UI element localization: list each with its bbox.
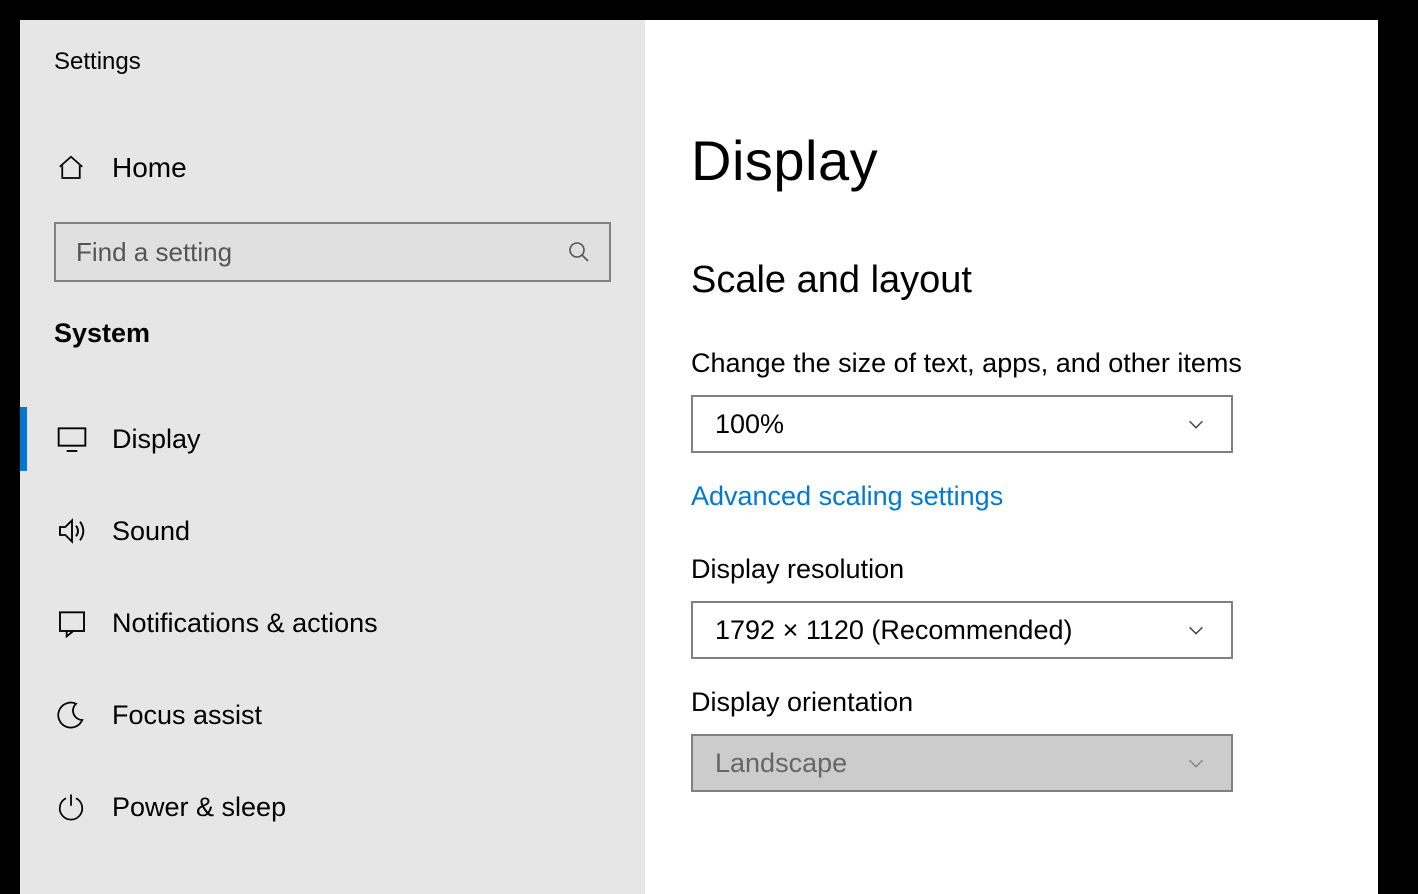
page-title: Display [691,128,1378,193]
chevron-down-icon [1185,752,1207,774]
settings-window: Settings Home System [20,20,1378,894]
scale-label: Change the size of text, apps, and other… [691,348,1378,379]
main-content: Display Scale and layout Change the size… [645,20,1378,894]
app-title: Settings [20,48,645,76]
sidebar-category: System [20,318,645,349]
monitor-icon [56,423,112,455]
resolution-value: 1792 × 1120 (Recommended) [715,615,1072,646]
sidebar-item-display[interactable]: Display [20,393,645,485]
speaker-icon [56,515,112,547]
chevron-down-icon [1185,413,1207,435]
sidebar-item-home[interactable]: Home [20,138,645,198]
search-icon [567,240,591,264]
sidebar-item-label: Display [112,424,201,455]
sidebar-item-sound[interactable]: Sound [20,485,645,577]
orientation-label: Display orientation [691,687,1378,718]
sidebar-item-label: Power & sleep [112,792,286,823]
sidebar-item-power-sleep[interactable]: Power & sleep [20,761,645,853]
orientation-value: Landscape [715,748,847,779]
sidebar-item-label: Sound [112,516,190,547]
sidebar: Settings Home System [20,20,645,894]
home-icon [56,153,112,183]
section-title: Scale and layout [691,259,1378,302]
power-icon [56,792,112,822]
sidebar-item-label: Focus assist [112,700,262,731]
sidebar-item-notifications[interactable]: Notifications & actions [20,577,645,669]
home-label: Home [112,152,187,184]
scale-value: 100% [715,409,784,440]
search-container [54,222,611,282]
orientation-dropdown: Landscape [691,734,1233,792]
chevron-down-icon [1185,619,1207,641]
resolution-label: Display resolution [691,554,1378,585]
scale-dropdown[interactable]: 100% [691,395,1233,453]
notification-icon [56,607,112,639]
sidebar-item-label: Notifications & actions [112,608,378,639]
search-input[interactable] [54,222,611,282]
advanced-scaling-link[interactable]: Advanced scaling settings [691,481,1003,512]
moon-icon [56,700,112,730]
sidebar-item-focus-assist[interactable]: Focus assist [20,669,645,761]
resolution-dropdown[interactable]: 1792 × 1120 (Recommended) [691,601,1233,659]
